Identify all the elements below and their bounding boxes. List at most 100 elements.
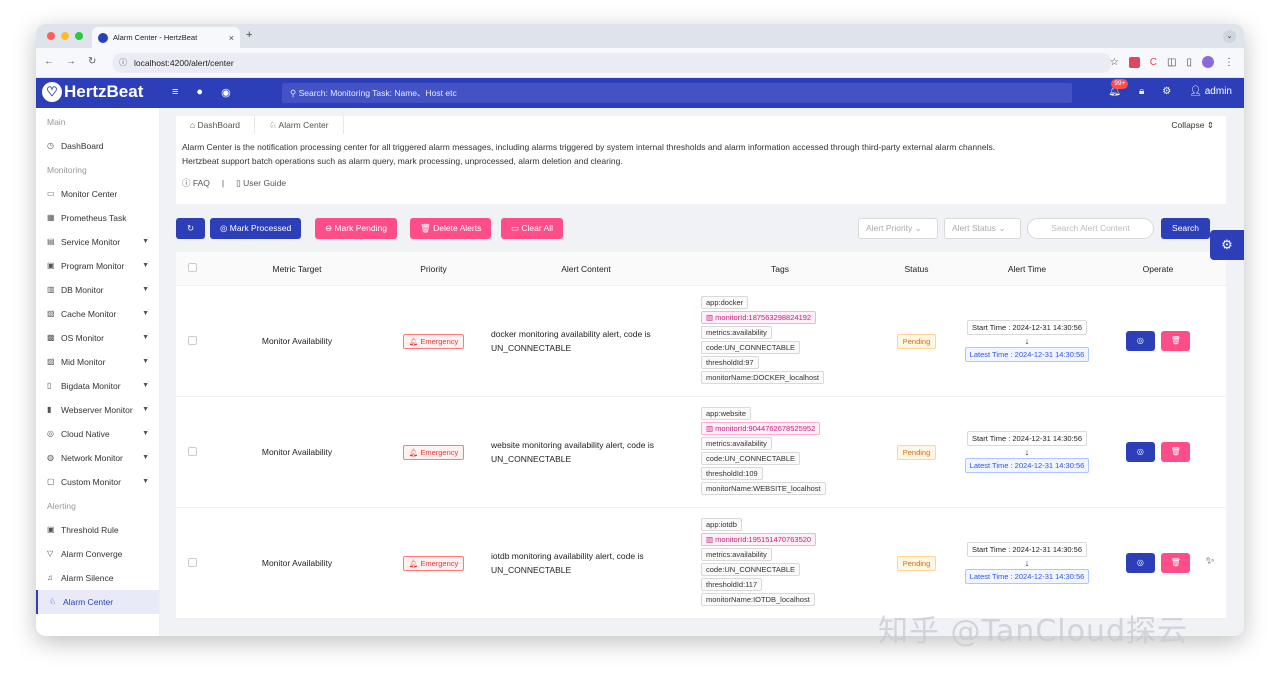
- minimize-window-button[interactable]: [61, 32, 69, 40]
- question-icon: ⓘ: [182, 178, 193, 188]
- delete-row-button[interactable]: 🗑︎: [1161, 442, 1191, 462]
- alert-priority-select[interactable]: Alert Priority ⌄: [858, 218, 938, 239]
- forward-arrow-icon[interactable]: →: [66, 56, 76, 67]
- mark-processed-row-button[interactable]: ◎: [1125, 553, 1155, 573]
- browser-tab-bar: Alarm Center - HertzBeat × + ⌄: [36, 24, 1244, 48]
- delete-row-button[interactable]: 🗑︎: [1161, 553, 1191, 573]
- alarm-icon: ♘: [49, 597, 57, 606]
- delete-alerts-button[interactable]: 🗑︎ Delete Alerts: [410, 218, 492, 239]
- metric-target: Monitor Availability: [261, 558, 333, 568]
- sidebar-item-service-monitor[interactable]: ▤ Service Monitor ▼: [36, 230, 159, 254]
- back-arrow-icon[interactable]: ←: [44, 56, 54, 67]
- faq-link[interactable]: ⓘ FAQ: [182, 176, 210, 190]
- site-info-icon[interactable]: ⓘ: [119, 53, 127, 73]
- gitee-icon[interactable]: ◉: [221, 86, 231, 99]
- header-alert-time[interactable]: Alert Time: [964, 264, 1090, 274]
- settings-gear-icon[interactable]: ⚙: [1162, 86, 1171, 97]
- mark-processed-row-button[interactable]: ◎: [1125, 442, 1155, 462]
- mark-processed-row-button[interactable]: ◎: [1125, 331, 1155, 351]
- user-guide-link[interactable]: ▯ User Guide: [236, 176, 286, 190]
- header-search-input[interactable]: ⚲ Search: Monitoring Task: Name、Host etc: [282, 83, 1072, 103]
- status-cell: Pending: [869, 555, 964, 571]
- sidebar-item-threshold-rule[interactable]: ▣ Threshold Rule: [36, 518, 159, 542]
- sidebar-item-monitor-center[interactable]: ▭ Monitor Center: [36, 182, 159, 206]
- sidebar-item-cloud-native[interactable]: ◎ Cloud Native ▼: [36, 422, 159, 446]
- new-tab-button[interactable]: +: [246, 29, 252, 41]
- sidebar-item-prometheus-task[interactable]: ▦ Prometheus Task: [36, 206, 159, 230]
- mid-icon: ▨: [47, 357, 55, 366]
- url-field[interactable]: ⓘ localhost:4200/alert/center: [112, 53, 1112, 73]
- sidebar-item-label: Cloud Native: [61, 429, 110, 439]
- sidebar-item-program-monitor[interactable]: ▣ Program Monitor ▼: [36, 254, 159, 278]
- github-icon[interactable]: ●: [196, 86, 203, 99]
- extension-c-icon[interactable]: C: [1150, 57, 1157, 68]
- sidebar-item-custom-monitor[interactable]: ▢ Custom Monitor ▼: [36, 470, 159, 494]
- delete-row-button[interactable]: 🗑︎: [1161, 331, 1191, 351]
- bookmark-star-icon[interactable]: ☆: [1110, 57, 1119, 68]
- sidebar-item-alarm-converge[interactable]: ▽ Alarm Converge: [36, 542, 159, 566]
- priority-label: Emergency: [420, 336, 459, 346]
- row-checkbox[interactable]: [187, 335, 197, 345]
- menu-toggle-icon[interactable]: ≡: [172, 86, 178, 99]
- header-status[interactable]: Status: [869, 264, 964, 274]
- select-all-checkbox[interactable]: [187, 263, 197, 272]
- start-time: Start Time : 2024-12-31 14:30:56: [966, 542, 1088, 557]
- alert-status-select[interactable]: Alert Status ⌄: [944, 218, 1021, 239]
- sidebar-item-os-monitor[interactable]: ▩ OS Monitor ▼: [36, 326, 159, 350]
- browser-tab[interactable]: Alarm Center - HertzBeat ×: [92, 27, 240, 48]
- sidebar-item-alarm-silence[interactable]: ♫ Alarm Silence: [36, 566, 159, 590]
- tab-search-icon[interactable]: ⌄: [1223, 30, 1236, 43]
- collapse-toggle[interactable]: Collapse ⇕: [1171, 116, 1214, 134]
- app-logo[interactable]: ♡ HertzBeat: [42, 82, 143, 102]
- sidebar-item-label: Webserver Monitor: [61, 405, 133, 415]
- chart-icon: ▥: [706, 424, 716, 433]
- chevron-down-icon: ⌄: [998, 223, 1006, 233]
- reload-icon[interactable]: ↻: [88, 56, 96, 67]
- breadcrumb-alarm-center[interactable]: ♘ Alarm Center: [255, 116, 344, 134]
- tag-monitor-id[interactable]: ▥ monitorId:187563298824192: [701, 311, 817, 324]
- tag-monitor-id[interactable]: ▥ monitorId:195151470763520: [701, 533, 817, 546]
- close-window-button[interactable]: [47, 32, 55, 40]
- sidebar-item-webserver-monitor[interactable]: ▮ Webserver Monitor ▼: [36, 398, 159, 422]
- maximize-window-button[interactable]: [75, 32, 83, 40]
- sidebar-item-mid-monitor[interactable]: ▨ Mid Monitor ▼: [36, 350, 159, 374]
- search-button[interactable]: Search: [1161, 218, 1210, 239]
- sidebar-item-network-monitor[interactable]: ◍ Network Monitor ▼: [36, 446, 159, 470]
- header-priority[interactable]: Priority: [386, 264, 481, 274]
- sidebar-item-bigdata-monitor[interactable]: ▯ Bigdata Monitor ▼: [36, 374, 159, 398]
- tags-cell: app:website ▥ monitorId:9044762678525952…: [691, 407, 869, 497]
- extension-icon[interactable]: [1128, 56, 1140, 68]
- settings-drawer-gear-icon[interactable]: ⚙: [1210, 230, 1244, 260]
- row-select-cell: [176, 335, 208, 347]
- header-metric-target[interactable]: Metric Target: [208, 264, 386, 274]
- header-tags[interactable]: Tags: [691, 264, 869, 274]
- lock-icon[interactable]: 🔒︎: [1139, 86, 1144, 97]
- notification-bell-icon[interactable]: 🔔︎ 99+: [1108, 79, 1129, 97]
- magic-wand-icon[interactable]: ✨︎: [1199, 552, 1221, 570]
- mark-processed-button[interactable]: ◎ Mark Processed: [210, 218, 302, 239]
- puzzle-icon[interactable]: ◫: [1167, 57, 1176, 68]
- tag-monitor-id[interactable]: ▥ monitorId:9044762678525952: [701, 422, 821, 435]
- row-checkbox[interactable]: [187, 557, 197, 567]
- breadcrumb-dashboard[interactable]: ⌂ DashBoard: [176, 116, 256, 134]
- profile-avatar[interactable]: [1202, 56, 1214, 68]
- user-menu[interactable]: 👤︎ admin: [1189, 86, 1232, 97]
- alert-content-search-input[interactable]: Search Alert Content: [1027, 218, 1154, 239]
- priority-label: Emergency: [420, 447, 459, 457]
- refresh-button[interactable]: ↻: [176, 218, 205, 239]
- browser-menu-icon[interactable]: ⋮: [1224, 57, 1234, 68]
- latest-time: Latest Time : 2024-12-31 14:30:56: [964, 347, 1090, 362]
- check-circle-icon: ◎: [1136, 558, 1144, 567]
- chevron-down-icon: ⌄: [914, 223, 922, 233]
- mark-pending-button[interactable]: ⊖ Mark Pending: [315, 218, 397, 239]
- sidebar-item-alarm-center[interactable]: ♘ Alarm Center: [36, 590, 159, 614]
- sidepanel-icon[interactable]: ▯: [1186, 57, 1192, 68]
- sidebar-item-db-monitor[interactable]: ▥ DB Monitor ▼: [36, 278, 159, 302]
- sidebar-item-cache-monitor[interactable]: ▧ Cache Monitor ▼: [36, 302, 159, 326]
- tab-close-icon[interactable]: ×: [229, 33, 234, 43]
- intro-panel: Alarm Center is the notification process…: [176, 134, 1226, 204]
- clear-all-button[interactable]: ▭ Clear All: [501, 218, 564, 239]
- row-checkbox[interactable]: [187, 446, 197, 456]
- sidebar-item-dashboard[interactable]: ◷ DashBoard: [36, 134, 159, 158]
- header-alert-content[interactable]: Alert Content: [481, 264, 691, 274]
